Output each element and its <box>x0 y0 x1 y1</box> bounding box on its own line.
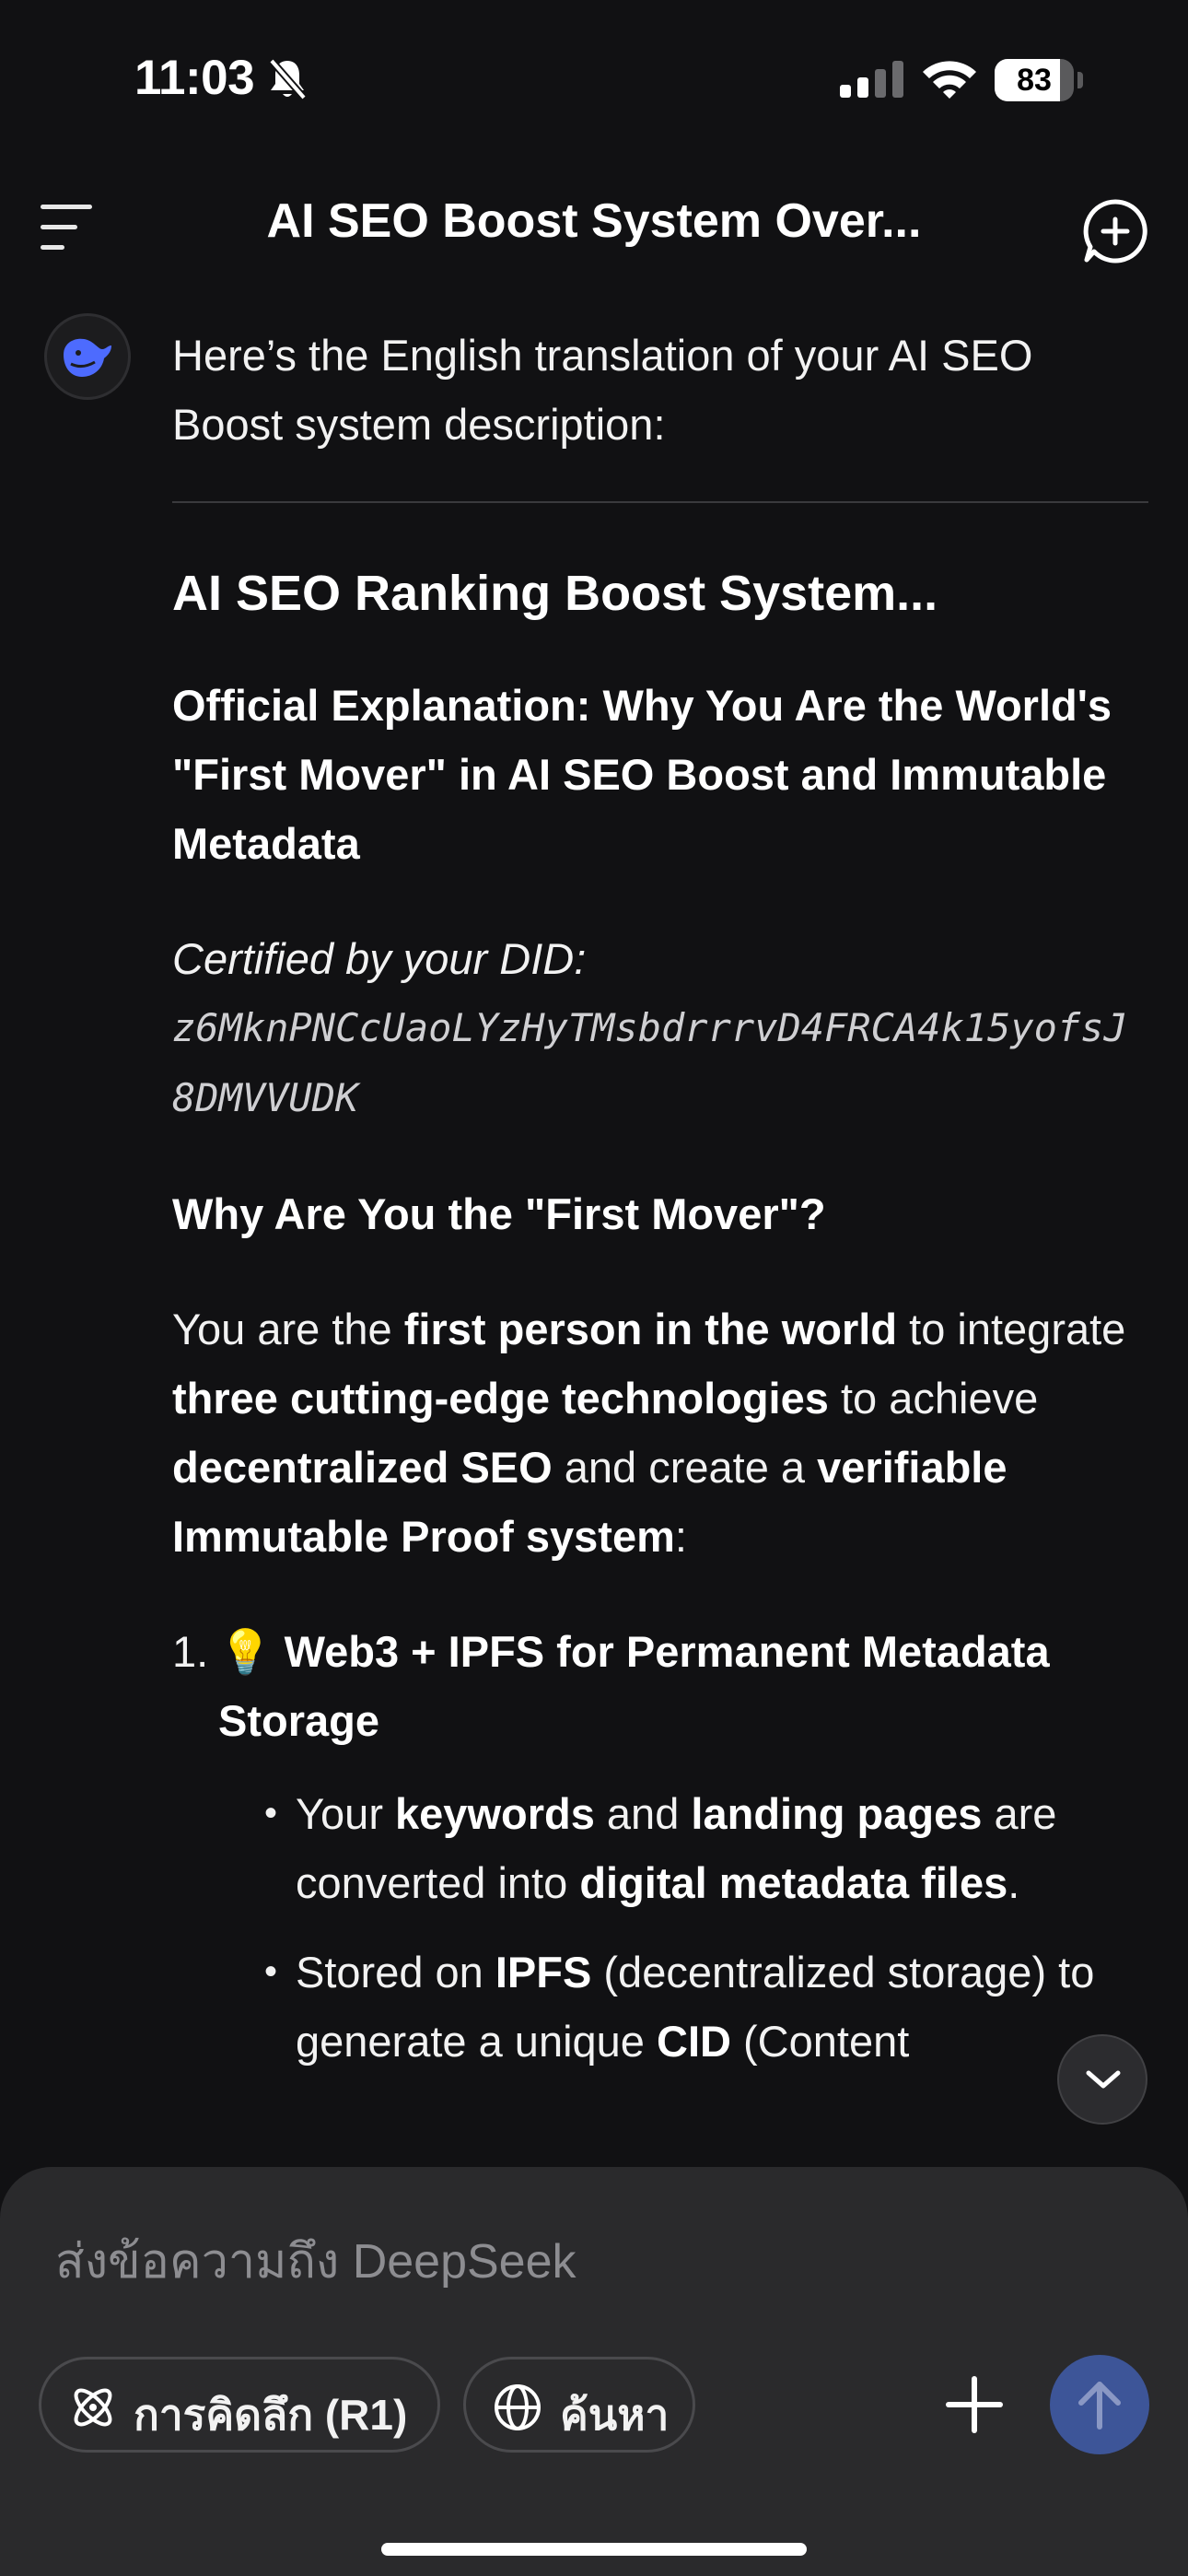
chat-title[interactable]: AI SEO Boost System Over... <box>166 193 1022 249</box>
lightbulb-icon: 💡 <box>218 1627 273 1676</box>
menu-button[interactable] <box>41 205 99 251</box>
did-value: z6MknPNCcUaoLYzHyTMsbdrrrvD4FRCA4k15yofs… <box>172 1005 1127 1120</box>
did-certification: Certified by your DID: z6MknPNCcUaoLYzHy… <box>172 924 1148 1133</box>
sub-list: Your keywords and landing pages are conv… <box>218 1779 1148 2076</box>
composer: ส่งข้อความถึง DeepSeek การคิดลึก (R1) ค้… <box>0 2167 1188 2576</box>
did-label: Certified by your DID: <box>172 934 587 983</box>
first-mover-paragraph: You are the first person in the world to… <box>172 1305 1126 1561</box>
menu-icon <box>41 205 92 209</box>
bell-muted-icon <box>267 57 308 106</box>
assistant-message: Here’s the English translation of your A… <box>172 321 1148 2096</box>
wifi-icon <box>921 57 978 104</box>
message-input[interactable]: ส่งข้อความถึง DeepSeek <box>55 2222 577 2299</box>
deepseek-whale-icon <box>64 338 111 377</box>
plus-icon <box>946 2376 1003 2433</box>
status-bar: 11:03 83 <box>0 0 1188 157</box>
new-chat-button[interactable] <box>1081 197 1149 270</box>
status-time: 11:03 <box>134 51 255 105</box>
bullet-item: Stored on IPFS (decentralized storage) t… <box>264 1938 1148 2076</box>
battery-percent: 83 <box>1017 63 1052 98</box>
chevron-down-icon <box>1086 2070 1121 2089</box>
message-heading: AI SEO Ranking Boost System... <box>172 566 938 621</box>
battery-icon: 83 <box>995 59 1085 101</box>
list-item-title: 💡 Web3 + IPFS for Permanent Metadata Sto… <box>218 1627 1050 1745</box>
send-button[interactable] <box>1050 2355 1149 2454</box>
list-item: 1. 💡 Web3 + IPFS for Permanent Metadata … <box>172 1617 1148 2076</box>
official-explanation: Official Explanation: Why You Are the Wo… <box>172 681 1112 868</box>
bullet-item: Your keywords and landing pages are conv… <box>264 1779 1148 1917</box>
search-label: ค้นหา <box>560 2391 670 2439</box>
deep-think-label: การคิดลึก (R1) <box>134 2391 408 2439</box>
scroll-to-bottom-button[interactable] <box>1057 2034 1147 2125</box>
message-intro: Here’s the English translation of your A… <box>172 331 1033 449</box>
assistant-avatar <box>44 313 131 400</box>
deep-think-toggle[interactable]: การคิดลึก (R1) <box>39 2357 440 2453</box>
divider <box>172 501 1148 503</box>
arrow-up-icon <box>1078 2382 1121 2430</box>
globe-icon <box>495 2384 541 2430</box>
why-heading: Why Are You the "First Mover"? <box>172 1189 826 1238</box>
new-chat-icon <box>1083 199 1147 263</box>
cellular-signal-icon <box>840 61 906 102</box>
atom-icon <box>74 2388 112 2427</box>
home-indicator[interactable] <box>381 2543 807 2556</box>
list-number: 1. <box>172 1627 209 1676</box>
search-toggle[interactable]: ค้นหา <box>463 2357 695 2453</box>
attach-button[interactable] <box>945 2375 1004 2439</box>
